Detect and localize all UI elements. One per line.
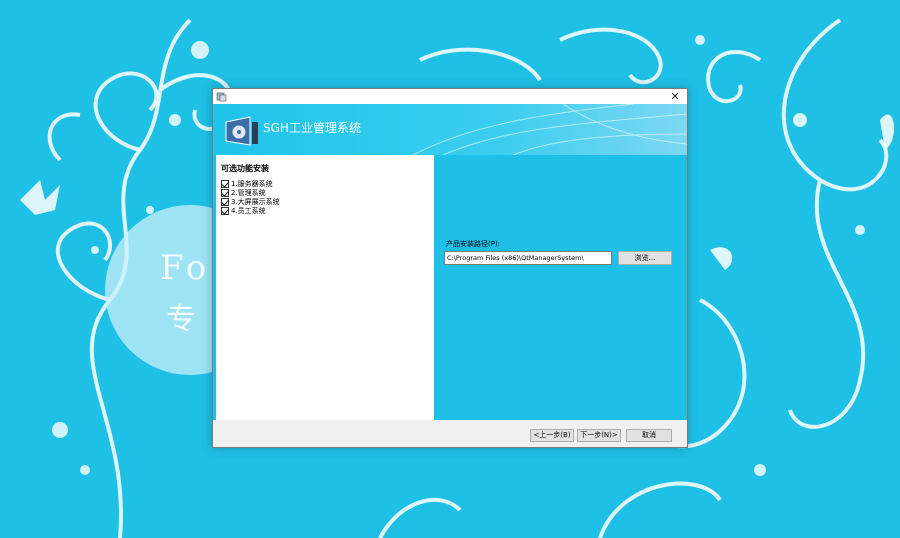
features-title: 可选功能安装 — [221, 164, 269, 173]
next-button[interactable]: 下一步(N)> — [577, 429, 621, 442]
content-area: 可选功能安装 1.服务器系统 2.管理系统 3.大屏展示系统 4.员工系统 产品… — [213, 155, 687, 420]
background-text-fo: Fo — [160, 248, 211, 288]
browse-button[interactable]: 浏览... — [618, 251, 672, 265]
install-path-label: 产品安装路径(P): — [446, 240, 501, 248]
checked-checkbox-icon[interactable] — [221, 188, 229, 197]
feature-list: 1.服务器系统 2.管理系统 3.大屏展示系统 4.员工系统 — [221, 179, 280, 215]
checked-checkbox-icon[interactable] — [221, 206, 229, 215]
feature-label: 4.员工系统 — [231, 206, 266, 215]
title-bar[interactable]: ✕ — [213, 89, 687, 104]
install-path-input[interactable]: C:\Program Files (x86)\QtManagerSystem\ — [444, 251, 612, 265]
checked-checkbox-icon[interactable] — [221, 179, 229, 188]
checked-checkbox-icon[interactable] — [221, 197, 229, 206]
footer-bar: <上一步(B) 下一步(N)> 取消 — [213, 420, 687, 447]
installer-window: ✕ SGH工业管理系统 可选功能安装 1.服务器系统 2.管理系统 3.大屏展示… — [212, 88, 688, 448]
header-banner: SGH工业管理系统 — [213, 104, 687, 155]
installer-logo-icon — [225, 116, 258, 146]
feature-item-employee[interactable]: 4.员工系统 — [221, 206, 280, 215]
installer-app-icon — [216, 92, 227, 102]
close-button[interactable]: ✕ — [668, 89, 682, 104]
cancel-button[interactable]: 取消 — [626, 429, 672, 442]
product-title: SGH工业管理系统 — [263, 121, 361, 135]
feature-panel: 可选功能安装 1.服务器系统 2.管理系统 3.大屏展示系统 4.员工系统 — [216, 155, 434, 420]
back-button[interactable]: <上一步(B) — [530, 429, 574, 442]
background-text-zhuan: 专 — [166, 302, 196, 337]
